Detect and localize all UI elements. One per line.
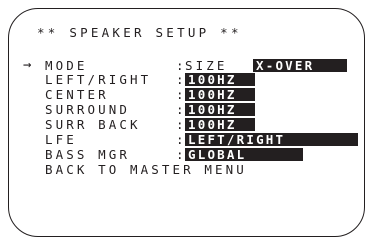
menu-row-label: LEFT/RIGHT bbox=[45, 72, 152, 87]
osd-menu-screen: ** SPEAKER SETUP ** → MODE : SIZE X-OVER… bbox=[8, 8, 365, 237]
mode-xover-option-selected[interactable]: X-OVER bbox=[253, 59, 347, 72]
back-to-master-menu-label: BACK TO MASTER MENU bbox=[45, 162, 247, 177]
center-crossover-value[interactable]: 100HZ bbox=[185, 88, 255, 101]
label-separator: : bbox=[176, 147, 184, 162]
menu-row-surr-back[interactable]: SURR BACK : 100HZ bbox=[23, 118, 363, 131]
bass-mgr-value[interactable]: GLOBAL bbox=[185, 148, 303, 161]
menu-row-label: SURR BACK bbox=[45, 117, 141, 132]
menu-title: ** SPEAKER SETUP ** bbox=[37, 25, 242, 40]
menu-row-surround[interactable]: SURROUND : 100HZ bbox=[23, 103, 363, 116]
surround-crossover-value[interactable]: 100HZ bbox=[185, 103, 255, 116]
label-separator: : bbox=[176, 117, 184, 132]
menu-row-bass-mgr[interactable]: BASS MGR : GLOBAL bbox=[23, 148, 363, 161]
menu-row-label: CENTER bbox=[45, 87, 109, 102]
label-separator: : bbox=[176, 102, 184, 117]
menu-row-label: SURROUND bbox=[45, 102, 131, 117]
menu-row-center[interactable]: CENTER : 100HZ bbox=[23, 88, 363, 101]
selection-cursor-icon: → bbox=[23, 57, 32, 73]
label-separator: : bbox=[176, 72, 184, 87]
lfe-source-value[interactable]: LEFT/RIGHT bbox=[185, 133, 358, 146]
menu-row-mode[interactable]: → MODE : SIZE X-OVER bbox=[23, 57, 363, 73]
surr-back-crossover-value[interactable]: 100HZ bbox=[185, 118, 255, 131]
menu-row-lfe[interactable]: LFE : LEFT/RIGHT bbox=[23, 133, 363, 146]
label-separator: : bbox=[176, 87, 184, 102]
label-separator: : bbox=[176, 132, 184, 147]
label-separator: : bbox=[176, 58, 184, 73]
left-right-crossover-value[interactable]: 100HZ bbox=[185, 73, 255, 86]
mode-size-option[interactable]: SIZE bbox=[185, 59, 228, 72]
menu-row-label: BASS MGR bbox=[45, 147, 131, 162]
menu-row-label: LFE bbox=[45, 132, 77, 147]
menu-row-left-right[interactable]: LEFT/RIGHT : 100HZ bbox=[23, 73, 363, 86]
menu-row-label: MODE bbox=[45, 58, 88, 73]
back-to-master-menu-item[interactable]: BACK TO MASTER MENU bbox=[23, 163, 363, 176]
